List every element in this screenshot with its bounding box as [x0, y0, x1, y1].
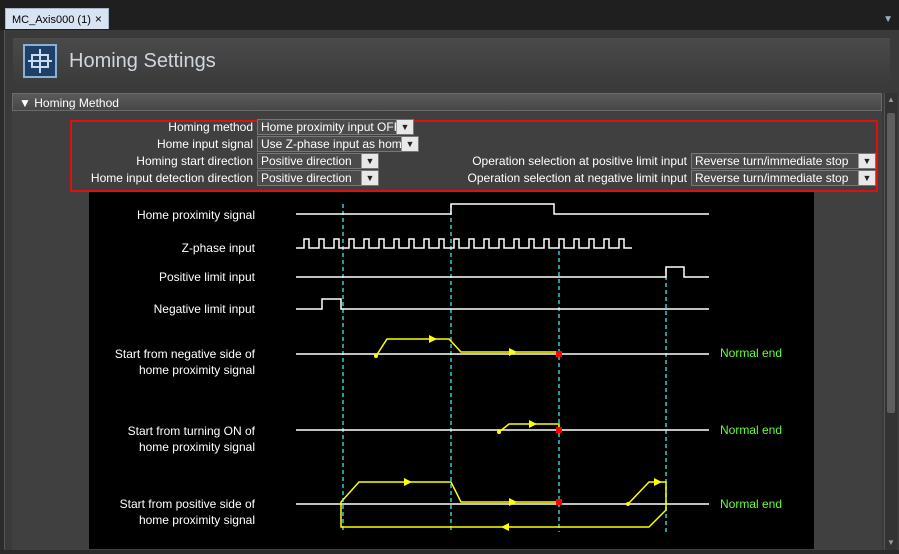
case1-label-line1: Start from negative side of — [115, 347, 256, 361]
case2-start-point — [497, 430, 501, 434]
scroll-thumb[interactable] — [887, 113, 895, 413]
vertical-scrollbar[interactable]: ▲ ▼ — [884, 93, 897, 550]
tab-label: MC_Axis000 (1) — [12, 14, 91, 26]
negative-limit-waveform — [296, 298, 709, 310]
guide-lines — [342, 204, 667, 532]
home-input-detection-direction-select[interactable]: Positive direction ▼ — [257, 170, 379, 186]
scroll-up-icon[interactable]: ▲ — [886, 95, 896, 105]
home-input-signal-value: Use Z-phase input as home — [261, 137, 409, 151]
positive-limit-waveform — [296, 266, 709, 278]
chevron-down-icon[interactable]: ▼ — [858, 154, 875, 168]
page-title: Homing Settings — [69, 50, 216, 72]
case3-start-point — [626, 502, 630, 506]
arrow-right-icon — [429, 335, 437, 343]
negative-limit-input-label: Negative limit input — [154, 302, 256, 316]
chevron-down-icon[interactable]: ▼ — [396, 120, 413, 134]
chevron-down-icon[interactable]: ▼ — [361, 171, 378, 185]
case3-label-line2: home proximity signal — [139, 513, 255, 527]
z-phase-input-label: Z-phase input — [182, 241, 256, 255]
page-header: Homing Settings — [13, 38, 890, 86]
negative-limit-operation-label: Operation selection at negative limit in… — [467, 171, 687, 185]
homing-start-direction-value: Positive direction — [261, 154, 352, 168]
section-homing-method[interactable]: ▼ Homing Method — [12, 93, 882, 111]
case1-label-line2: home proximity signal — [139, 363, 255, 377]
tab-list-dropdown-icon[interactable]: ▼ — [883, 14, 893, 25]
homing-method-label: Homing method — [168, 120, 253, 134]
chevron-down-icon[interactable]: ▼ — [401, 137, 418, 151]
tab-mc-axis000[interactable]: MC_Axis000 (1) × — [5, 8, 109, 29]
positive-limit-operation-select[interactable]: Reverse turn/immediate stop ▼ — [691, 153, 876, 169]
home-input-detection-direction-label: Home input detection direction — [90, 171, 253, 185]
home-proximity-signal-label: Home proximity signal — [137, 208, 255, 222]
homing-timing-diagram: Home proximity signal Z-phase input Posi… — [89, 192, 814, 549]
case3-result: Normal end — [720, 497, 782, 511]
z-phase-waveform — [296, 238, 632, 249]
case2-stop-point — [556, 427, 562, 433]
case3-stop-point — [556, 499, 562, 505]
case2-label-line1: Start from turning ON of — [128, 424, 256, 438]
arrow-right-icon — [509, 348, 517, 356]
case3-label-line1: Start from positive side of — [120, 497, 256, 511]
arrow-right-icon — [654, 478, 662, 486]
negative-limit-operation-select[interactable]: Reverse turn/immediate stop ▼ — [691, 170, 876, 186]
tab-bar: MC_Axis000 (1) × ▼ — [0, 0, 899, 30]
timing-diagram-svg: Home proximity signal Z-phase input Posi… — [115, 203, 782, 532]
home-input-signal-select[interactable]: Use Z-phase input as home ▼ — [257, 136, 419, 152]
arrow-right-icon — [529, 420, 537, 428]
homing-start-direction-select[interactable]: Positive direction ▼ — [257, 153, 379, 169]
case2-label-line2: home proximity signal — [139, 440, 255, 454]
case1-start-point — [374, 354, 378, 358]
positive-limit-operation-value: Reverse turn/immediate stop — [695, 154, 849, 168]
positive-limit-operation-label: Operation selection at positive limit in… — [472, 154, 687, 168]
chevron-down-icon[interactable]: ▼ — [858, 171, 875, 185]
case2-result: Normal end — [720, 423, 782, 437]
home-input-signal-label: Home input signal — [156, 137, 253, 151]
homing-crosshair-icon — [23, 44, 57, 78]
positive-limit-input-label: Positive limit input — [159, 270, 256, 284]
negative-limit-operation-value: Reverse turn/immediate stop — [695, 171, 849, 185]
arrow-right-icon — [509, 498, 517, 506]
chevron-down-icon[interactable]: ▼ — [361, 154, 378, 168]
arrow-left-icon — [501, 523, 509, 531]
section-title: Homing Method — [34, 96, 119, 110]
homing-start-direction-label: Homing start direction — [136, 154, 253, 168]
home-input-detection-direction-value: Positive direction — [261, 171, 352, 185]
home-proximity-waveform — [296, 203, 709, 215]
arrow-right-icon — [404, 478, 412, 486]
close-icon[interactable]: × — [95, 12, 102, 26]
scroll-down-icon[interactable]: ▼ — [886, 538, 896, 548]
homing-method-select[interactable]: Home proximity input OFF ▼ — [257, 119, 414, 135]
case1-stop-point — [556, 351, 562, 357]
homing-method-value: Home proximity input OFF — [261, 120, 402, 134]
expand-icon[interactable]: ▼ — [19, 96, 31, 110]
case1-result: Normal end — [720, 346, 782, 360]
